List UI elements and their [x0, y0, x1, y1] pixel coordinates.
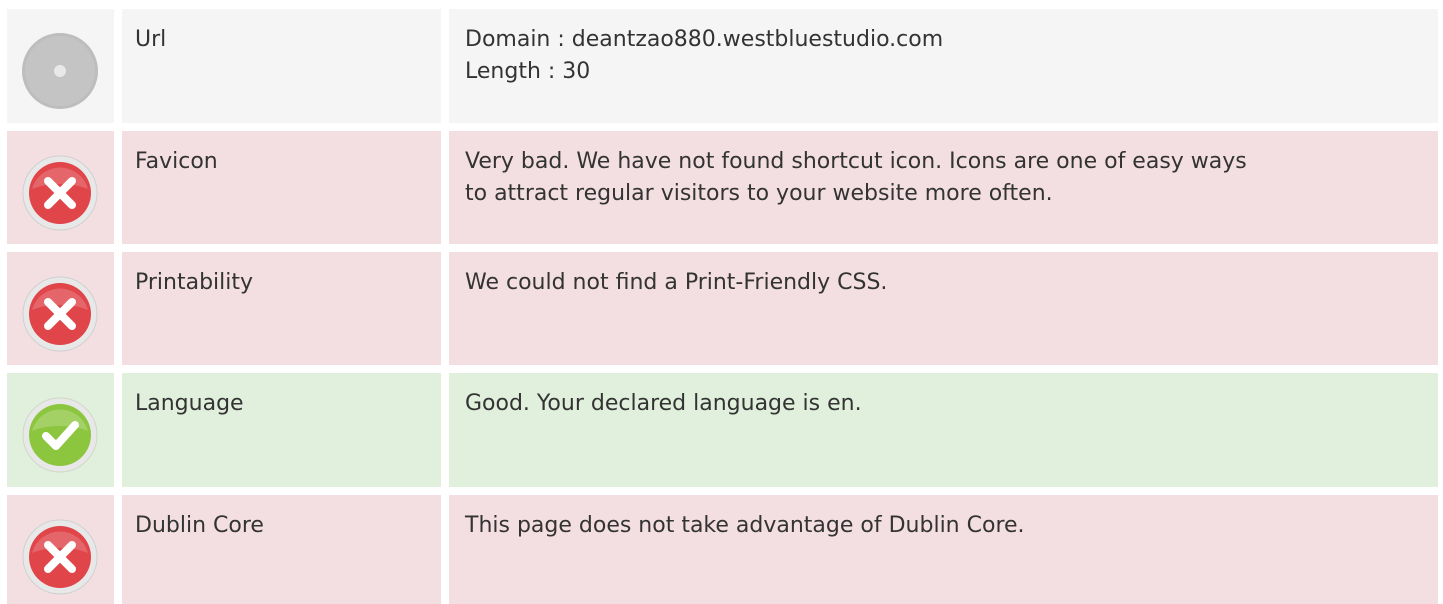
status-icon-cell — [7, 252, 114, 365]
row-label-cell: Language — [122, 373, 441, 487]
row-label-cell: Favicon — [122, 131, 441, 244]
row-value-cell: We could not find a Print-Friendly CSS. — [449, 252, 1438, 365]
row-label-cell: Url — [122, 9, 441, 123]
row-value-line: Domain : deantzao880.westbluestudio.com — [465, 27, 944, 52]
row-label-cell: Printability — [122, 252, 441, 365]
row-value-line: Good. Your declared language is en. — [465, 391, 862, 416]
status-icon-cell — [7, 373, 114, 487]
row-label: Dublin Core — [135, 513, 264, 538]
report-row-dublin-core: Dublin Core This page does not take adva… — [0, 495, 1443, 604]
report-row-url: Url Domain : deantzao880.westbluestudio.… — [0, 9, 1443, 123]
seo-report-table: Url Domain : deantzao880.westbluestudio.… — [0, 0, 1443, 604]
row-value-line: We could not find a Print-Friendly CSS. — [465, 270, 888, 295]
neutral-disc-icon — [20, 31, 100, 111]
row-value-cell: Domain : deantzao880.westbluestudio.com … — [449, 9, 1438, 123]
row-label: Language — [135, 391, 244, 416]
report-row-printability: Printability We could not find a Print-F… — [0, 252, 1443, 365]
status-icon-cell — [7, 495, 114, 604]
report-row-language: Language Good. Your declared language is… — [0, 373, 1443, 487]
row-label: Favicon — [135, 149, 218, 174]
error-x-icon — [20, 517, 100, 597]
row-value-line: Length : 30 — [465, 59, 591, 84]
row-value-line: to attract regular visitors to your webs… — [465, 181, 1053, 206]
status-icon-cell — [7, 131, 114, 244]
row-label-cell: Dublin Core — [122, 495, 441, 604]
row-label: Printability — [135, 270, 254, 295]
status-icon-cell — [7, 9, 114, 123]
report-row-favicon: Favicon Very bad. We have not found shor… — [0, 131, 1443, 244]
error-x-icon — [20, 274, 100, 354]
row-value-cell: Good. Your declared language is en. — [449, 373, 1438, 487]
row-label: Url — [135, 27, 167, 52]
row-value-line: This page does not take advantage of Dub… — [465, 513, 1025, 538]
row-value-cell: Very bad. We have not found shortcut ico… — [449, 131, 1438, 244]
check-mark-icon — [20, 395, 100, 475]
error-x-icon — [20, 153, 100, 233]
row-value-cell: This page does not take advantage of Dub… — [449, 495, 1438, 604]
row-value-line: Very bad. We have not found shortcut ico… — [465, 149, 1247, 174]
